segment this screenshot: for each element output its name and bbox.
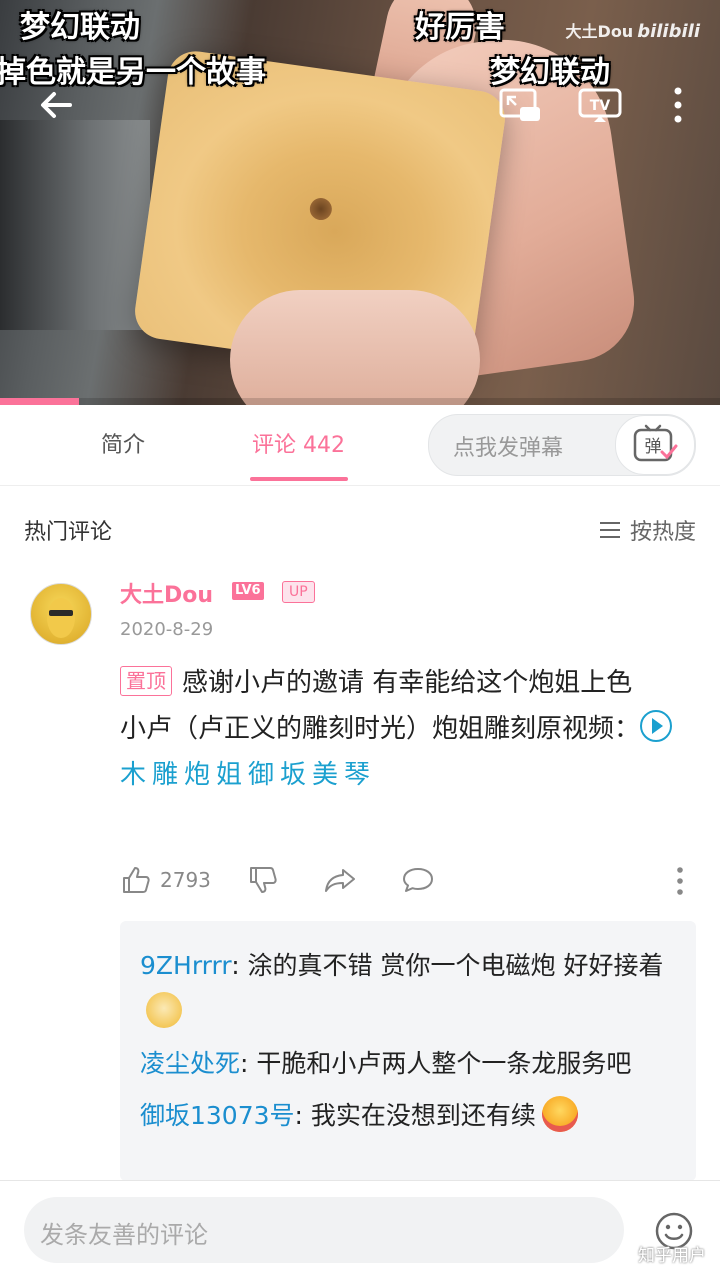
reply-username[interactable]: 凌尘处死 xyxy=(140,1049,240,1078)
thumbs-down-icon xyxy=(249,867,277,893)
reply-button[interactable] xyxy=(401,864,443,896)
reply-text: : 干脆和小卢两人整个一条龙服务吧 xyxy=(240,1049,632,1078)
tv-cast-icon: TV xyxy=(578,88,622,122)
comment-line: 小卢（卢正义的雕刻时光）炮姐雕刻原视频： xyxy=(120,714,641,744)
reply-text: : 我实在没想到还有续 xyxy=(294,1101,536,1130)
thumbs-up-icon xyxy=(123,867,150,893)
danmaku-comment: 好厉害 xyxy=(415,10,505,45)
comment-body: 置顶 感谢小卢的邀请 有幸能给这个炮姐上色 小卢（卢正义的雕刻时光）炮姐雕刻原视频… xyxy=(120,660,700,798)
danmaku-toggle-button[interactable]: 弹 xyxy=(615,415,695,475)
video-watermark: 大土Dou bilibili xyxy=(566,18,700,42)
like-count: 2793 xyxy=(160,868,211,892)
tab-intro[interactable]: 简介 xyxy=(101,427,145,459)
back-button[interactable] xyxy=(34,85,78,125)
watermark-user: 大土Dou xyxy=(565,22,634,41)
reply-username[interactable]: 9ZHrrrr xyxy=(140,951,231,980)
reply-item: 御坂13073号: 我实在没想到还有续 xyxy=(120,1093,696,1139)
doge-emoji-icon xyxy=(146,992,182,1028)
danmaku-placeholder: 点我发弹幕 xyxy=(453,436,564,461)
comment-actions: 2793 xyxy=(120,860,685,900)
comment-date: 2020-8-29 xyxy=(120,619,214,640)
comment-input-bar: 发条友善的评论 知乎用户 xyxy=(0,1180,720,1281)
chat-bubble-icon xyxy=(402,868,433,892)
tab-bar: 简介 评论 442 点我发弹幕 弹 xyxy=(0,405,720,486)
comment-more-button[interactable] xyxy=(675,866,685,900)
cast-tv-button[interactable]: TV xyxy=(578,85,622,125)
sort-label: 按热度 xyxy=(629,520,696,545)
hot-comments-heading: 热门评论 xyxy=(24,520,113,545)
drool-emoji-icon xyxy=(541,1096,578,1132)
back-arrow-icon xyxy=(41,92,72,118)
reply-item: 凌尘处死: 干脆和小卢两人整个一条龙服务吧 xyxy=(120,1041,696,1087)
up-badge: UP xyxy=(282,581,315,603)
more-options-button[interactable] xyxy=(658,85,698,125)
video-link-text: 木雕炮姐御坂美琴 xyxy=(120,760,377,790)
tab-comments[interactable]: 评论 442 xyxy=(252,427,345,459)
comment-placeholder: 发条友善的评论 xyxy=(40,1221,208,1249)
like-button[interactable]: 2793 xyxy=(120,864,211,896)
reply-username[interactable]: 御坂13073号 xyxy=(140,1101,295,1130)
reply-text: : 涂的真不错 赏你一个电磁炮 好好接着 xyxy=(231,951,664,980)
pip-button[interactable] xyxy=(498,85,542,125)
menu-lines-icon xyxy=(599,522,620,538)
video-background xyxy=(0,120,150,330)
video-hand xyxy=(230,290,480,405)
share-arrow-icon xyxy=(324,869,355,892)
video-progress-bar[interactable] xyxy=(0,398,720,405)
dislike-button[interactable] xyxy=(247,864,287,896)
sort-button[interactable]: 按热度 xyxy=(598,514,696,546)
play-circle-icon xyxy=(640,710,673,742)
danmaku-icon: 弹 xyxy=(633,424,678,462)
reply-preview-box[interactable]: 9ZHrrrr: 涂的真不错 赏你一个电磁炮 好好接着 凌尘处死: 干脆和小卢两… xyxy=(120,921,696,1181)
avatar[interactable] xyxy=(30,583,92,645)
reply-item: 9ZHrrrr: 涂的真不错 赏你一个电磁炮 好好接着 xyxy=(120,943,696,1035)
svg-text:弹: 弹 xyxy=(645,437,662,457)
watermark-brand: bilibili xyxy=(637,21,700,42)
danmaku-comment: 梦幻联动 xyxy=(20,10,140,45)
video-progress-fill xyxy=(0,398,80,405)
comment-input[interactable]: 发条友善的评论 xyxy=(24,1197,624,1263)
comment-line: 感谢小卢的邀请 有幸能给这个炮姐上色 xyxy=(182,668,633,698)
more-vertical-icon xyxy=(674,87,682,123)
picture-in-picture-icon xyxy=(499,88,540,121)
tab-active-indicator xyxy=(250,477,348,481)
comment-username[interactable]: 大土Dou xyxy=(120,577,213,609)
level-badge: LV6 xyxy=(232,582,264,600)
danmaku-input[interactable]: 点我发弹幕 弹 xyxy=(428,414,696,476)
svg-text:TV: TV xyxy=(590,98,611,114)
pinned-badge: 置顶 xyxy=(120,666,172,696)
more-vertical-icon xyxy=(677,867,683,895)
avatar-face-icon xyxy=(47,598,75,638)
zhihu-watermark: 知乎用户 xyxy=(638,1246,706,1266)
video-player[interactable]: 梦幻联动 好厉害 掉色就是另一个故事 梦幻联动 大土Dou bilibili TV xyxy=(0,0,720,405)
share-button[interactable] xyxy=(323,864,365,896)
